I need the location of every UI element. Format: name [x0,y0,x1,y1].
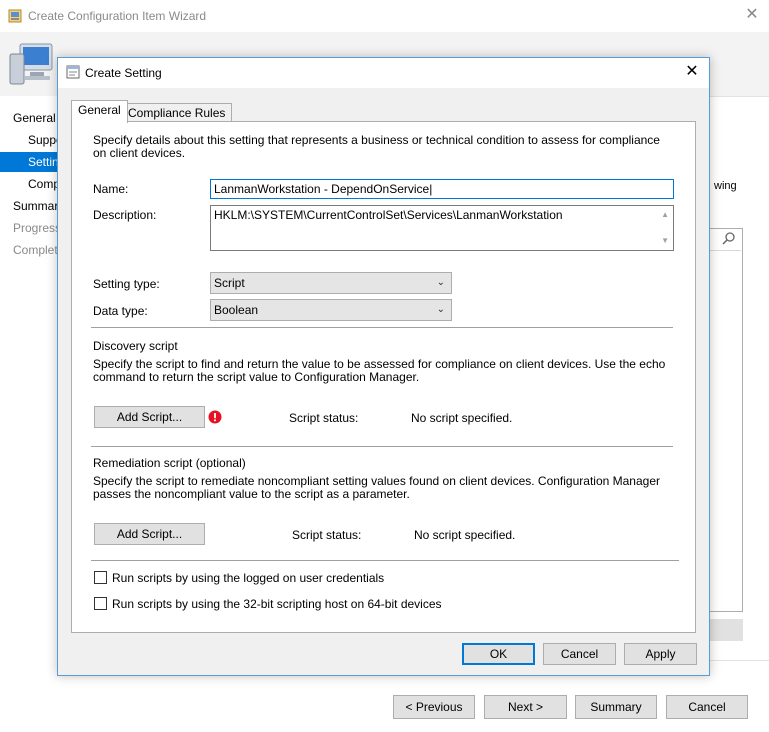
nav-item-compliance[interactable]: Comp [28,177,60,191]
wizard-close-icon[interactable]: ✕ [742,5,762,25]
ok-button[interactable]: OK [462,643,535,665]
chevron-down-icon: ⌄ [436,304,445,315]
logged-on-credentials-label[interactable]: Run scripts by using the logged on user … [112,571,384,585]
create-setting-dialog: Create Setting ✕ General Compliance Rule… [57,57,710,676]
wizard-app-icon [8,9,22,23]
data-type-label: Data type: [93,304,148,318]
apply-button[interactable]: Apply [624,643,697,665]
close-icon[interactable]: ✕ [682,62,702,82]
description-label: Description: [93,208,157,222]
nav-item-general[interactable]: General [13,111,56,125]
remediation-status-value: No script specified. [414,528,516,542]
divider [91,327,673,329]
wizard-partial-text: wing [714,180,737,192]
name-value: LanmanWorkstation - DependOnService [214,182,430,196]
setting-type-label: Setting type: [93,277,160,291]
remediation-add-script-button[interactable]: Add Script... [94,523,205,545]
dialog-app-icon [66,65,80,79]
32bit-host-checkbox[interactable] [94,597,107,610]
chevron-down-icon: ⌄ [436,277,445,288]
error-icon [208,410,222,424]
wizard-settings-list[interactable] [708,228,743,612]
discovery-text: Specify the script to find and return th… [93,357,666,384]
remediation-text: Specify the script to remediate noncompl… [93,474,660,501]
discovery-status-value: No script specified. [411,411,513,425]
general-tab-panel: Specify details about this setting that … [71,121,696,633]
divider [91,560,679,562]
nav-item-progress: Progress [13,221,62,235]
data-type-value: Boolean [214,303,259,317]
description-field[interactable]: HKLM:\SYSTEM\CurrentControlSet\Services\… [210,205,674,251]
wizard-cancel-button[interactable]: Cancel [666,695,748,719]
name-field[interactable]: LanmanWorkstation - DependOnService| [210,179,674,199]
discovery-heading: Discovery script [93,339,178,353]
discovery-status-label: Script status: [289,411,359,425]
tab-compliance-rules[interactable]: Compliance Rules [121,103,233,123]
wizard-title: Create Configuration Item Wizard [28,9,207,23]
setting-type-value: Script [214,276,245,290]
previous-button[interactable]: < Previous [393,695,475,719]
nav-item-settings[interactable]: Settin [28,155,59,169]
dialog-titlebar: Create Setting ✕ [58,58,709,88]
32bit-host-label[interactable]: Run scripts by using the 32-bit scriptin… [112,597,442,611]
description-value: HKLM:\SYSTEM\CurrentControlSet\Services\… [214,208,563,222]
scroll-up-icon[interactable]: ▲ [661,210,669,219]
wizard-side-button[interactable] [708,619,743,641]
remediation-heading: Remediation script (optional) [93,456,246,470]
wizard-titlebar: Create Configuration Item Wizard ✕ [0,0,769,32]
scroll-down-icon[interactable]: ▼ [661,236,669,245]
nav-item-summary[interactable]: Summar [13,199,58,213]
computer-icon [9,43,53,85]
search-icon[interactable] [722,231,736,245]
name-label: Name: [93,182,129,196]
setting-type-select[interactable]: Script ⌄ [210,272,452,294]
wizard-search-box[interactable] [708,228,741,251]
divider [91,446,673,448]
intro-text: Specify details about this setting that … [93,133,660,160]
tab-general[interactable]: General [71,100,128,123]
nav-item-completion: Complet [13,243,58,257]
text-cursor: | [429,182,433,196]
discovery-add-script-button[interactable]: Add Script... [94,406,205,428]
dialog-title: Create Setting [85,66,162,80]
next-button[interactable]: Next > [484,695,567,719]
remediation-status-label: Script status: [292,528,362,542]
logged-on-credentials-checkbox[interactable] [94,571,107,584]
summary-button[interactable]: Summary [575,695,657,719]
cancel-button[interactable]: Cancel [543,643,616,665]
data-type-select[interactable]: Boolean ⌄ [210,299,452,321]
